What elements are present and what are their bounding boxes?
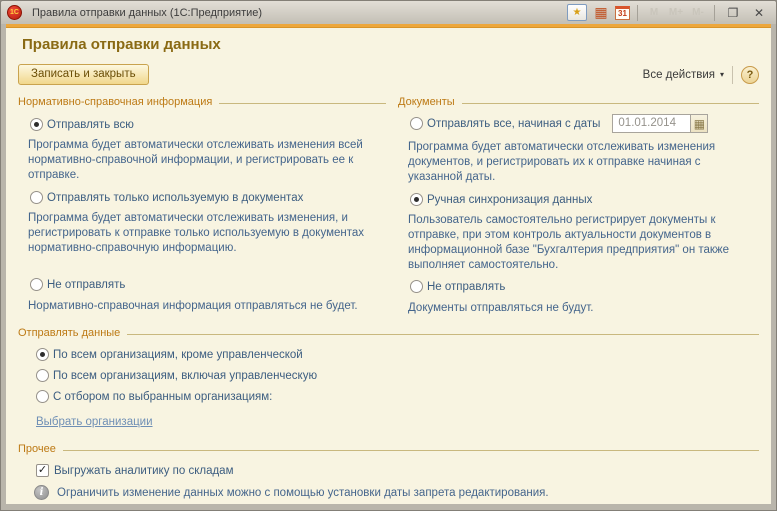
radio-label: Отправлять только используемую в докумен…	[47, 192, 303, 204]
info-text: Ограничить изменение данных можно с помо…	[57, 487, 549, 499]
window-title: Правила отправки данных (1С:Предприятие)	[32, 7, 262, 19]
option-description: Пользователь самостоятельно регистрирует…	[408, 213, 756, 273]
group-caption-row: Документы	[398, 95, 759, 109]
command-bar: Записать и закрыть Все действия ▾ ?	[18, 62, 759, 87]
checkbox-icon[interactable]: ✓	[36, 464, 49, 477]
app-window: 1С Правила отправки данных (1С:Предприят…	[0, 0, 777, 511]
radio-icon[interactable]	[30, 118, 43, 131]
select-organizations-link[interactable]: Выбрать организации	[36, 416, 153, 428]
radio-icon[interactable]	[410, 280, 423, 293]
options-columns: Нормативно-справочная информация Отправл…	[18, 95, 759, 316]
caption-line	[127, 334, 759, 335]
radio-option-manual-sync[interactable]: Ручная синхронизация данных	[410, 193, 759, 206]
group-caption-row: Нормативно-справочная информация	[18, 95, 386, 109]
memory-m-button[interactable]: M	[645, 7, 663, 18]
info-note: i Ограничить изменение данных можно с по…	[34, 485, 759, 500]
titlebar-separator	[637, 5, 638, 21]
favorites-star-icon[interactable]: ★	[567, 4, 587, 21]
titlebar: 1С Правила отправки данных (1С:Предприят…	[1, 1, 776, 24]
memory-m-plus-button[interactable]: M+	[667, 7, 685, 18]
radio-option-all-orgs-except-managerial[interactable]: По всем организациям, кроме управленческ…	[36, 348, 759, 361]
radio-option-send-all-nsi[interactable]: Отправлять всю	[30, 118, 386, 131]
radio-label: Отправлять всю	[47, 119, 134, 131]
form-content: Правила отправки данных Записать и закры…	[6, 24, 771, 504]
save-and-close-button[interactable]: Записать и закрыть	[18, 64, 149, 85]
info-icon: i	[34, 485, 49, 500]
option-description: Документы отправляться не будут.	[408, 301, 756, 316]
group-caption-row: Прочее	[18, 442, 759, 456]
chevron-down-icon: ▾	[720, 70, 724, 79]
group-caption: Документы	[398, 96, 455, 108]
radio-icon[interactable]	[30, 278, 43, 291]
memory-m-minus-button[interactable]: M-	[689, 7, 707, 18]
help-button[interactable]: ?	[741, 66, 759, 84]
close-button[interactable]: ✕	[748, 6, 770, 20]
1c-logo-icon: 1С	[7, 5, 22, 20]
group-caption: Нормативно-справочная информация	[18, 96, 212, 108]
radio-label: Ручная синхронизация данных	[427, 194, 592, 206]
radio-option-no-send-documents[interactable]: Не отправлять	[410, 280, 759, 293]
radio-option-send-used-nsi[interactable]: Отправлять только используемую в докумен…	[30, 191, 386, 204]
radio-icon[interactable]	[36, 348, 49, 361]
caption-line	[63, 450, 759, 451]
radio-label: По всем организациям, включая управленче…	[53, 370, 317, 382]
date-picker-button[interactable]: ▦	[690, 114, 708, 133]
group-caption: Прочее	[18, 443, 56, 455]
titlebar-buttons: ★ ▦ 31 M M+ M- ❐ ✕	[567, 4, 770, 21]
radio-icon[interactable]	[36, 369, 49, 382]
radio-option-send-from-date[interactable]: Отправлять все, начиная с даты 01.01.201…	[410, 114, 759, 133]
group-other: Прочее ✓ Выгружать аналитику по складам …	[18, 442, 759, 504]
radio-icon[interactable]	[410, 117, 423, 130]
start-date-field-group: 01.01.2014 ▦	[612, 114, 708, 133]
calendar-icon[interactable]: 31	[615, 6, 630, 20]
group-caption-row: Отправлять данные	[18, 326, 759, 340]
all-actions-menu-button[interactable]: Все действия ▾	[643, 69, 724, 81]
calculator-icon[interactable]: ▦	[591, 4, 611, 21]
page-title: Правила отправки данных	[22, 36, 759, 53]
export-warehouse-analytics-checkbox[interactable]: ✓ Выгружать аналитику по складам	[36, 464, 759, 477]
radio-icon[interactable]	[30, 191, 43, 204]
option-description: Программа будет автоматически отслеживат…	[28, 211, 380, 256]
radio-label: По всем организациям, кроме управленческ…	[53, 349, 303, 361]
group-caption: Отправлять данные	[18, 327, 120, 339]
radio-icon[interactable]	[410, 193, 423, 206]
radio-option-no-send-nsi[interactable]: Не отправлять	[30, 278, 386, 291]
group-send-data: Отправлять данные По всем организациям, …	[18, 326, 759, 430]
maximize-button[interactable]: ❐	[722, 6, 744, 20]
radio-label: С отбором по выбранным организациям:	[53, 391, 272, 403]
radio-icon[interactable]	[36, 390, 49, 403]
checkbox-label: Выгружать аналитику по складам	[54, 465, 234, 477]
radio-label: Не отправлять	[47, 279, 125, 291]
option-description: Программа будет автоматически отслеживат…	[408, 140, 756, 185]
titlebar-separator	[714, 5, 715, 21]
all-actions-label: Все действия	[643, 69, 715, 81]
toolbar-separator	[732, 66, 733, 84]
radio-label: Отправлять все, начиная с даты	[427, 118, 600, 130]
group-documents: Документы Отправлять все, начиная с даты…	[398, 95, 759, 316]
group-reference-info: Нормативно-справочная информация Отправл…	[18, 95, 386, 316]
option-description: Программа будет автоматически отслеживат…	[28, 138, 380, 183]
caption-line	[462, 103, 759, 104]
option-description: Нормативно-справочная информация отправл…	[28, 299, 380, 314]
radio-option-all-orgs-including-managerial[interactable]: По всем организациям, включая управленче…	[36, 369, 759, 382]
start-date-input[interactable]: 01.01.2014	[612, 114, 690, 133]
radio-label: Не отправлять	[427, 281, 505, 293]
radio-option-selected-orgs[interactable]: С отбором по выбранным организациям:	[36, 390, 759, 403]
caption-line	[219, 103, 386, 104]
